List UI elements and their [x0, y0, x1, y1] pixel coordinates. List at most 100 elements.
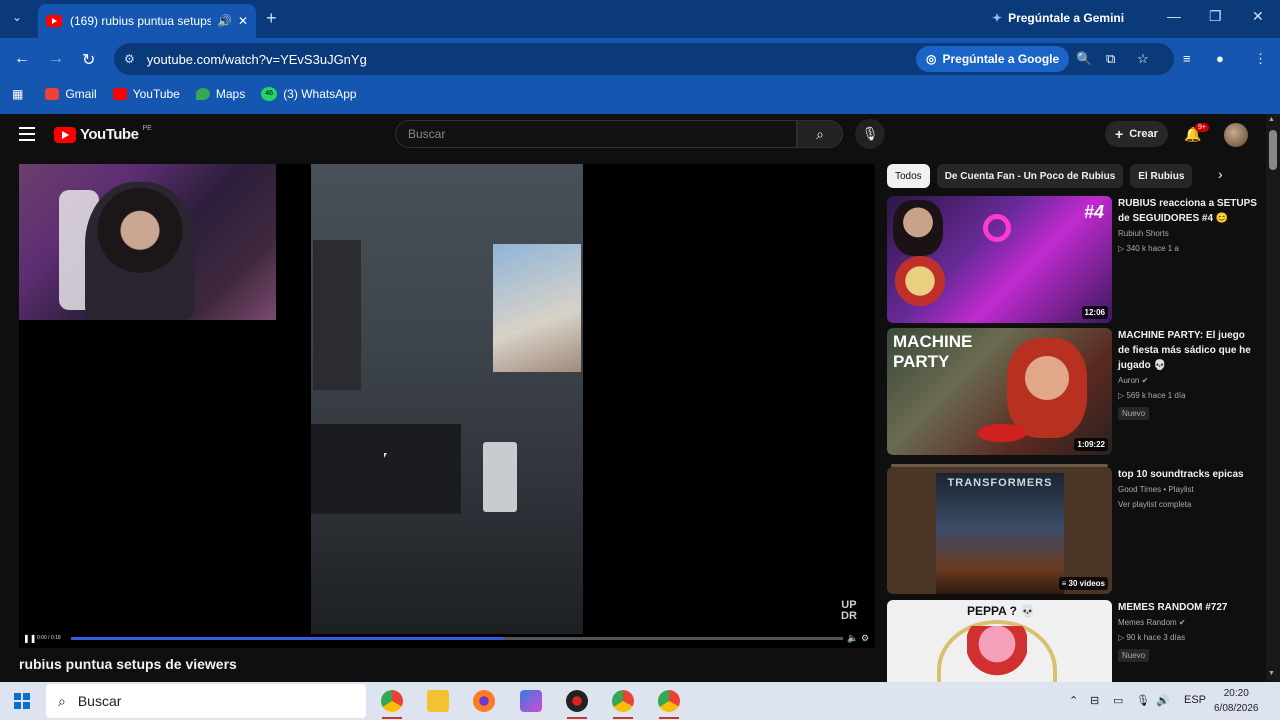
site-info-icon[interactable]: ⚙ — [124, 52, 135, 66]
forward-icon[interactable]: → — [48, 50, 64, 68]
region-code: PE — [142, 125, 152, 132]
zoom-icon[interactable]: 🔍 — [1076, 51, 1092, 67]
chevron-right-icon[interactable]: › — [1218, 166, 1223, 182]
video-thumbnail[interactable]: #4 12:06 — [887, 196, 1112, 323]
search-icon: ⌕ — [816, 125, 824, 142]
watermark-line-2: DR — [841, 610, 857, 622]
channel-name[interactable]: Auron ✔ — [1118, 373, 1258, 388]
video-title[interactable]: MEMES RANDOM #727 — [1118, 600, 1258, 615]
video-thumbnail[interactable]: MACHINE PARTY 1:09:22 — [887, 328, 1112, 455]
hamburger-menu-icon[interactable] — [19, 127, 35, 141]
volume-tray-icon[interactable]: 🔊 — [1156, 694, 1170, 707]
chip-el-rubius[interactable]: El Rubius — [1130, 164, 1193, 188]
video-thumbnail[interactable]: PEPPA ? 💀 — [887, 600, 1112, 682]
system-clock[interactable]: 20:20 6/08/2026 — [1214, 686, 1259, 716]
time-display: 0:00 / 0:18 — [37, 635, 61, 641]
thumb-face — [893, 200, 943, 256]
channel-name[interactable]: Rubiuh Shorts — [1118, 226, 1258, 241]
audio-icon[interactable]: 🔊 — [217, 14, 232, 28]
bookmark-youtube[interactable]: YouTube — [112, 87, 180, 101]
bookmark-whatsapp[interactable]: 46 (3) WhatsApp — [261, 87, 357, 101]
whatsapp-icon: 46 — [261, 87, 278, 101]
minimize-icon[interactable]: — — [1167, 8, 1181, 24]
language-indicator[interactable]: ESP — [1184, 694, 1206, 706]
playlist-title[interactable]: top 10 soundtracks epicas — [1118, 467, 1258, 482]
video-title[interactable]: MACHINE PARTY: El juego de fiesta más sá… — [1118, 328, 1258, 373]
menu-kebab-icon[interactable]: ⋮ — [1254, 51, 1267, 67]
volume-icon[interactable]: 🔈 — [847, 633, 858, 644]
profile-avatar-icon[interactable]: ● — [1216, 51, 1224, 66]
taskbar-search[interactable]: ⌕ Buscar — [46, 684, 366, 718]
search-input[interactable]: Buscar — [395, 120, 797, 148]
room-shelf — [313, 240, 361, 390]
pause-icon[interactable]: ❚❚ — [23, 634, 36, 643]
app-icon[interactable] — [566, 690, 588, 712]
scroll-up-icon[interactable]: ▲ — [1268, 116, 1275, 123]
active-indicator — [567, 717, 587, 719]
firefox-icon[interactable] — [473, 690, 495, 712]
chip-todos[interactable]: Todos — [887, 164, 930, 188]
channel-watermark[interactable]: UP DR — [841, 600, 857, 622]
chrome-profile-icon[interactable] — [658, 690, 680, 712]
playlist-item[interactable]: TRANSFORMERS ≡ 30 videos top 10 soundtra… — [887, 464, 1267, 595]
active-indicator — [382, 717, 402, 719]
settings-icon[interactable]: ⚙ — [861, 633, 869, 644]
voice-search-button[interactable]: 🎙 — [855, 119, 885, 149]
mic-icon: 🎙 — [861, 126, 879, 141]
channel-name[interactable]: Memes Random ✔ — [1118, 615, 1258, 630]
office-icon[interactable] — [520, 690, 542, 712]
playlist-thumbnail[interactable]: TRANSFORMERS ≡ 30 videos — [887, 464, 1112, 594]
clock-time: 20:20 — [1223, 688, 1249, 699]
media-control-icon[interactable]: ≡ — [1183, 51, 1191, 66]
playlist-stack — [891, 464, 1108, 467]
video-stats: ▷ 569 k hace 1 día — [1118, 391, 1186, 400]
install-app-icon[interactable]: ⧉ — [1106, 51, 1115, 67]
mic-tray-icon[interactable]: 🎙 — [1136, 694, 1150, 707]
bookmark-maps[interactable]: Maps — [195, 87, 245, 101]
chip-cuenta-fan[interactable]: De Cuenta Fan - Un Poco de Rubius — [936, 164, 1124, 188]
channel-name[interactable]: Good Times • Playlist — [1118, 482, 1258, 497]
network-icon[interactable]: ⊟ — [1090, 694, 1099, 707]
scrollbar-thumb[interactable] — [1269, 130, 1277, 170]
ask-google-button[interactable]: ◎ Pregúntale a Google — [916, 46, 1070, 72]
bookmark-star-icon[interactable]: ☆ — [1137, 51, 1149, 67]
view-full-playlist[interactable]: Ver playlist completa — [1118, 497, 1258, 512]
tab-search-icon[interactable]: ⌄ — [12, 10, 22, 24]
video-player[interactable]: UP DR ❚❚ 0:00 / 0:18 🔈 ⚙ — [19, 164, 875, 648]
apps-grid-icon[interactable]: ▦ — [12, 87, 23, 101]
new-tab-icon[interactable]: + — [266, 8, 277, 29]
file-explorer-icon[interactable] — [427, 690, 449, 712]
tab-active[interactable]: (169) rubius puntua setups 🔊 ✕ — [38, 4, 256, 38]
recommendation-item[interactable]: PEPPA ? 💀 MEMES RANDOM #727 Memes Random… — [887, 600, 1267, 682]
progress-fill — [71, 637, 504, 640]
bookmark-gmail[interactable]: Gmail — [45, 87, 97, 101]
mouse-cursor — [384, 453, 387, 458]
video-title[interactable]: RUBIUS reacciona a SETUPS de SEGUIDORES … — [1118, 196, 1258, 226]
room-heater — [483, 442, 517, 512]
gemini-button[interactable]: ✦ Pregúntale a Gemini — [992, 11, 1124, 25]
scroll-down-icon[interactable]: ▼ — [1268, 670, 1275, 677]
reload-icon[interactable]: ↻ — [82, 50, 95, 70]
chrome-taskbar-icon[interactable] — [381, 690, 403, 712]
youtube-logo[interactable]: YouTube PE — [54, 125, 152, 143]
close-tab-icon[interactable]: ✕ — [238, 14, 248, 28]
page-scrollbar[interactable] — [1266, 114, 1280, 682]
chrome-profile-icon[interactable] — [612, 690, 634, 712]
tray-chevron-icon[interactable]: ⌃ — [1069, 694, 1078, 707]
account-avatar[interactable] — [1224, 123, 1248, 147]
active-indicator — [659, 717, 679, 719]
search-button[interactable]: ⌕ — [797, 120, 843, 148]
windows-start-icon[interactable] — [14, 693, 30, 709]
close-window-icon[interactable]: ✕ — [1252, 8, 1264, 25]
maps-icon — [195, 88, 210, 100]
recommendation-item[interactable]: MACHINE PARTY 1:09:22 MACHINE PARTY: El … — [887, 328, 1267, 456]
back-icon[interactable]: ← — [14, 50, 30, 68]
room-screen — [493, 244, 581, 372]
progress-bar[interactable] — [71, 637, 843, 640]
battery-icon[interactable]: ▭ — [1113, 694, 1123, 707]
maximize-icon[interactable]: ❐ — [1209, 8, 1222, 25]
create-button[interactable]: + Crear — [1105, 121, 1168, 147]
setup-video-frame — [311, 164, 583, 634]
recommendation-item[interactable]: #4 12:06 RUBIUS reacciona a SETUPS de SE… — [887, 196, 1267, 324]
bookmark-label: Gmail — [65, 87, 97, 101]
